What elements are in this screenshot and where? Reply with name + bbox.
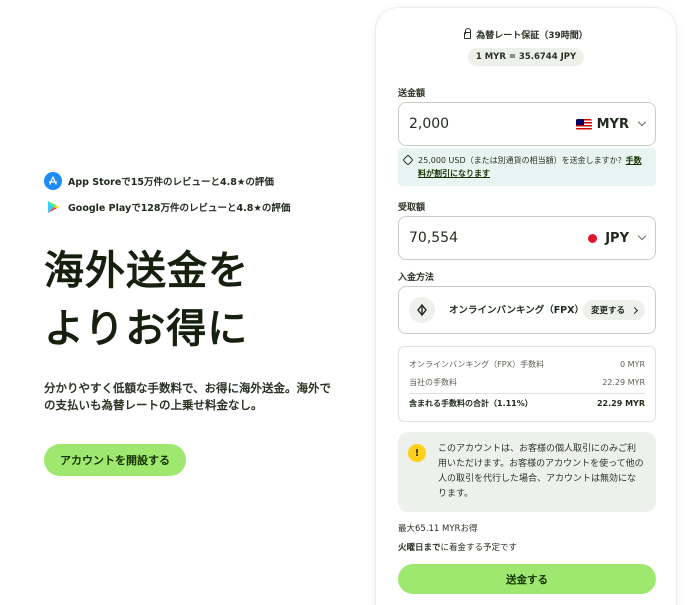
malaysia-flag-icon <box>575 118 592 130</box>
change-method-label: 変更する <box>590 305 625 315</box>
savings-text: 最大65.11 MYRお得 <box>398 524 478 534</box>
payment-method-selector[interactable]: オンラインバンキング（FPX） 変更する <box>398 286 656 334</box>
warning-icon: ! <box>408 444 426 462</box>
fee-total-row: 含まれる手数料の合計（1.11%） 22.29 MYR <box>409 393 645 411</box>
transfer-calculator-card: 為替レート保証（39時間） 1 MYR = 35.6744 JPY 送金額 2,… <box>376 8 676 605</box>
fee-row: 当社の手数料 22.29 MYR <box>409 373 645 391</box>
chevron-down-icon <box>637 231 647 241</box>
japan-flag-icon <box>588 233 598 243</box>
hero-subtext: 分かりやすく低額な手数料で、お得に海外送金。海外での支払いも為替レートの上乗せ料… <box>44 381 332 412</box>
tag-icon <box>402 154 414 166</box>
appstore-rating-text: App Storeで15万件のレビューと4.8★の評価 <box>68 177 274 188</box>
fee-name: オンラインバンキング（FPX）手数料 <box>409 359 545 369</box>
receive-amount-field[interactable]: 70,554 JPY <box>398 216 656 260</box>
headline-line-1: 海外送金を <box>44 248 249 294</box>
page-headline: 海外送金を よりお得に <box>44 242 344 358</box>
fee-value: 0 MYR <box>620 359 645 369</box>
chevron-right-icon <box>630 306 639 314</box>
send-amount-value[interactable]: 2,000 <box>409 116 576 132</box>
payment-method-label: 入金方法 <box>398 273 435 283</box>
send-amount-label: 送金額 <box>398 89 426 99</box>
fee-name: 当社の手数料 <box>409 377 457 387</box>
google-play-icon <box>44 198 62 216</box>
discount-info-text: 25,000 USD（または別通貨の相当額）を送金しますか？ <box>418 156 626 165</box>
personal-use-warning: ! このアカウントは、お客様の個人取引にのみご利用いただけます。お客様のアカウン… <box>398 432 656 512</box>
googleplay-rating: Google Playで128万件のレビューと4.8★の評価 <box>44 194 344 220</box>
headline-line-2: よりお得に <box>44 306 249 352</box>
app-store-icon <box>44 172 62 190</box>
hero-section: App Storeで15万件のレビューと4.8★の評価 Google Playで… <box>44 168 344 476</box>
fee-row: オンラインバンキング（FPX）手数料 0 MYR <box>409 355 645 373</box>
payment-method-name: オンラインバンキング（FPX） <box>449 304 584 316</box>
bank-transfer-icon <box>409 297 435 323</box>
arrival-day: 火曜日まで <box>398 543 441 553</box>
open-account-button[interactable]: アカウントを開設する <box>44 444 186 476</box>
lock-icon <box>464 28 472 39</box>
fee-total-name: 含まれる手数料の合計（1.11%） <box>409 399 533 408</box>
appstore-rating: App Storeで15万件のレビューと4.8★の評価 <box>44 168 344 194</box>
send-currency-code: MYR <box>596 116 629 132</box>
receive-currency-select[interactable]: JPY <box>588 230 647 246</box>
arrival-estimate: 火曜日までに着金する予定です <box>398 541 517 553</box>
rate-guarantee-text: 為替レート保証（39時間） <box>476 31 588 41</box>
change-method-button[interactable]: 変更する <box>582 300 645 320</box>
receive-currency-code: JPY <box>605 230 629 246</box>
fee-value: 22.29 MYR <box>602 377 645 387</box>
warning-text: このアカウントは、お客様の個人取引にのみご利用いただけます。お客様のアカウントを… <box>438 444 644 499</box>
fee-total-value: 22.29 MYR <box>596 399 645 408</box>
rate-guarantee: 為替レート保証（39時間） <box>376 28 676 41</box>
send-money-button[interactable]: 送金する <box>398 564 656 594</box>
send-amount-field[interactable]: 2,000 MYR <box>398 102 656 146</box>
googleplay-rating-text: Google Playで128万件のレビューと4.8★の評価 <box>68 203 291 214</box>
arrival-rest: に着金する予定です <box>440 543 518 553</box>
chevron-down-icon <box>637 117 647 127</box>
discount-info-box: 25,000 USD（または別通貨の相当額）を送金しますか？手数料が割引になりま… <box>398 148 656 186</box>
send-currency-select[interactable]: MYR <box>575 116 647 132</box>
receive-amount-value[interactable]: 70,554 <box>409 230 588 246</box>
fee-breakdown: オンラインバンキング（FPX）手数料 0 MYR 当社の手数料 22.29 MY… <box>398 346 656 422</box>
exchange-rate-pill[interactable]: 1 MYR = 35.6744 JPY <box>467 48 585 66</box>
receive-amount-label: 受取額 <box>398 203 426 213</box>
